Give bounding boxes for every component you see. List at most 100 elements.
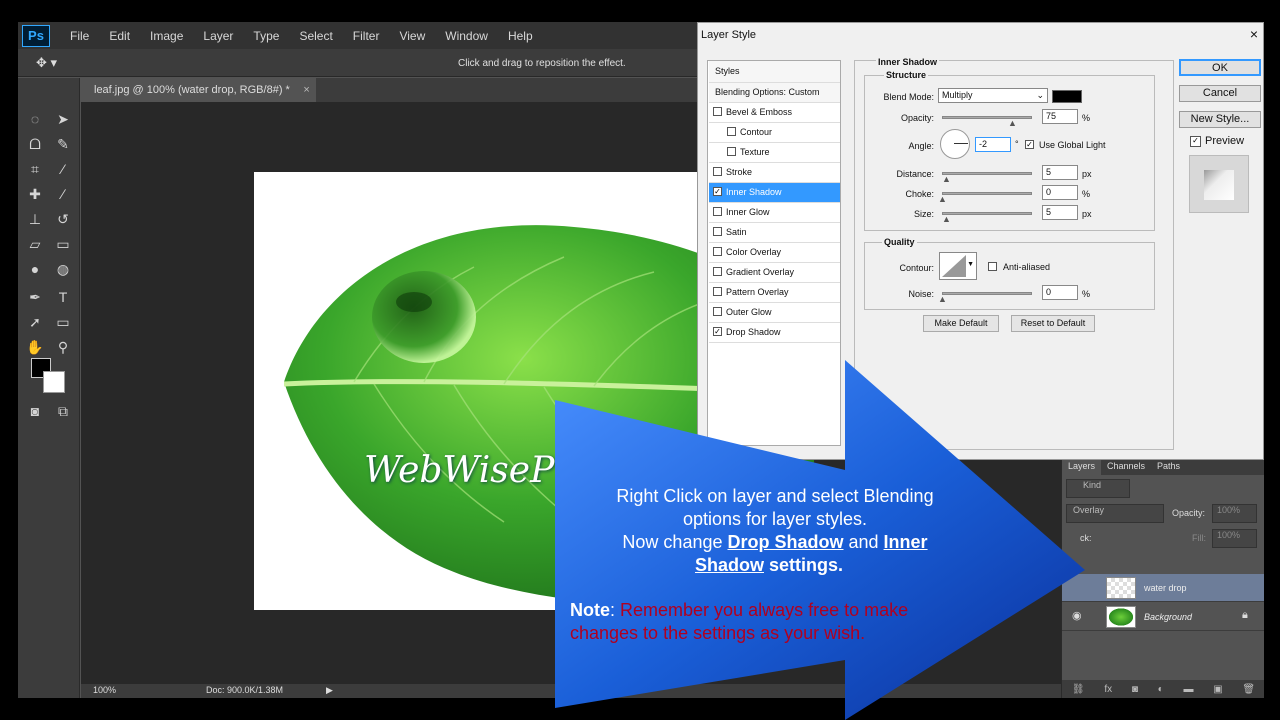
trash-icon[interactable]: 🗑︎	[1242, 684, 1255, 695]
style-drop-shadow[interactable]: ✓ Drop Shadow	[709, 323, 840, 343]
choke-slider[interactable]	[942, 192, 1032, 195]
color-overlay-checkbox[interactable]	[713, 247, 722, 257]
opacity-field[interactable]: 75	[1042, 109, 1078, 124]
pattern-overlay-checkbox[interactable]	[713, 287, 722, 297]
layer-opacity-field[interactable]: 100%	[1212, 504, 1257, 523]
styles-header[interactable]: Styles	[709, 61, 840, 83]
style-texture[interactable]: Texture	[709, 143, 840, 163]
slider-knob-icon[interactable]: ▲	[938, 295, 947, 304]
quick-select-icon[interactable]: ✎	[52, 133, 74, 155]
reset-default-button[interactable]: Reset to Default	[1011, 315, 1095, 332]
menu-view[interactable]: View	[399, 29, 425, 43]
style-bevel-emboss[interactable]: Bevel & Emboss	[709, 103, 840, 123]
angle-dial[interactable]	[940, 129, 970, 159]
menu-type[interactable]: Type	[253, 29, 279, 43]
move-tool-icon[interactable]: ✥ ▾	[36, 55, 64, 71]
slider-knob-icon[interactable]: ▲	[942, 215, 951, 224]
anti-aliased-checkbox[interactable]	[988, 262, 997, 271]
hand-icon[interactable]: ✋	[24, 336, 46, 358]
angle-field[interactable]: -2	[975, 137, 1011, 152]
stroke-checkbox[interactable]	[713, 167, 722, 177]
inner-glow-checkbox[interactable]	[713, 207, 722, 217]
tab-paths[interactable]: Paths	[1151, 459, 1186, 475]
clone-stamp-icon[interactable]: ⊥	[24, 208, 46, 230]
adjustment-icon[interactable]: ◐	[1158, 684, 1164, 695]
noise-slider[interactable]	[942, 292, 1032, 295]
menu-edit[interactable]: Edit	[109, 29, 130, 43]
slider-knob-icon[interactable]: ▲	[938, 195, 947, 204]
menu-help[interactable]: Help	[508, 29, 533, 43]
menu-window[interactable]: Window	[445, 29, 488, 43]
style-color-overlay[interactable]: Color Overlay	[709, 243, 840, 263]
close-icon[interactable]: ×	[1250, 26, 1258, 42]
background-color[interactable]	[43, 371, 65, 393]
zoom-icon[interactable]: ⚲	[52, 336, 74, 358]
bevel-checkbox[interactable]	[713, 107, 722, 117]
drop-shadow-checkbox[interactable]: ✓	[713, 327, 722, 337]
blur-icon[interactable]: ●	[24, 258, 46, 280]
gradient-overlay-checkbox[interactable]	[713, 267, 722, 277]
marquee-icon[interactable]: ◌	[24, 108, 46, 130]
distance-slider[interactable]	[942, 172, 1032, 175]
screen-mode-icon[interactable]: ⧉	[52, 400, 74, 422]
preview-checkbox[interactable]: ✓	[1190, 136, 1201, 147]
slider-knob-icon[interactable]: ▲	[1008, 119, 1017, 128]
style-stroke[interactable]: Stroke	[709, 163, 840, 183]
blending-options-item[interactable]: Blending Options: Custom	[709, 83, 840, 103]
shape-icon[interactable]: ▭	[52, 311, 74, 333]
zoom-level[interactable]: 100%	[93, 685, 116, 695]
size-field[interactable]: 5	[1042, 205, 1078, 220]
make-default-button[interactable]: Make Default	[923, 315, 999, 332]
dodge-icon[interactable]: ◍	[52, 258, 74, 280]
menu-image[interactable]: Image	[150, 29, 183, 43]
use-global-light-checkbox[interactable]: ✓	[1025, 140, 1034, 149]
close-icon[interactable]: ×	[303, 78, 309, 102]
noise-field[interactable]: 0	[1042, 285, 1078, 300]
style-inner-shadow[interactable]: ✓ Inner Shadow	[709, 183, 840, 203]
eyedropper-icon[interactable]: ⁄	[52, 158, 74, 180]
pen-icon[interactable]: ✒	[24, 286, 46, 308]
style-inner-glow[interactable]: Inner Glow	[709, 203, 840, 223]
inner-shadow-checkbox[interactable]: ✓	[713, 187, 722, 197]
style-contour[interactable]: Contour	[709, 123, 840, 143]
type-tool-icon[interactable]: T	[52, 286, 74, 308]
style-outer-glow[interactable]: Outer Glow	[709, 303, 840, 323]
choke-field[interactable]: 0	[1042, 185, 1078, 200]
healing-brush-icon[interactable]: ✚	[24, 183, 46, 205]
quick-mask-icon[interactable]: ◙	[24, 400, 46, 422]
slider-knob-icon[interactable]: ▲	[942, 175, 951, 184]
ok-button[interactable]: OK	[1179, 59, 1261, 76]
history-brush-icon[interactable]: ↺	[52, 208, 74, 230]
mask-icon[interactable]: ◙	[1132, 684, 1138, 695]
opacity-slider[interactable]	[942, 116, 1032, 119]
crop-icon[interactable]: ⌗	[24, 158, 46, 180]
contour-checkbox[interactable]	[727, 127, 736, 137]
eraser-icon[interactable]: ▱	[24, 233, 46, 255]
menu-layer[interactable]: Layer	[203, 29, 233, 43]
style-satin[interactable]: Satin	[709, 223, 840, 243]
path-select-icon[interactable]: ➚	[24, 311, 46, 333]
menu-filter[interactable]: Filter	[353, 29, 380, 43]
folder-icon[interactable]: ▬	[1183, 684, 1193, 695]
shadow-color-swatch[interactable]	[1052, 90, 1082, 103]
gradient-icon[interactable]: ▭	[52, 233, 74, 255]
lasso-icon[interactable]: ᗝ	[24, 133, 46, 155]
brush-icon[interactable]: ∕	[52, 183, 74, 205]
outer-glow-checkbox[interactable]	[713, 307, 722, 317]
size-slider[interactable]	[942, 212, 1032, 215]
cancel-button[interactable]: Cancel	[1179, 85, 1261, 102]
status-menu-arrow-icon[interactable]: ▶	[326, 685, 333, 696]
layer-fill-field[interactable]: 100%	[1212, 529, 1257, 548]
document-tab[interactable]: leaf.jpg @ 100% (water drop, RGB/8#) * ×	[84, 78, 316, 102]
satin-checkbox[interactable]	[713, 227, 722, 237]
blend-mode-dropdown[interactable]: Multiply ⌄	[938, 88, 1048, 103]
distance-field[interactable]: 5	[1042, 165, 1078, 180]
texture-checkbox[interactable]	[727, 147, 736, 157]
new-layer-icon[interactable]: ▣	[1213, 684, 1222, 695]
new-style-button[interactable]: New Style...	[1179, 111, 1261, 128]
style-gradient-overlay[interactable]: Gradient Overlay	[709, 263, 840, 283]
contour-picker[interactable]: ▼	[939, 252, 977, 280]
style-pattern-overlay[interactable]: Pattern Overlay	[709, 283, 840, 303]
move-icon[interactable]: ➤	[52, 108, 74, 130]
menu-select[interactable]: Select	[299, 29, 332, 43]
